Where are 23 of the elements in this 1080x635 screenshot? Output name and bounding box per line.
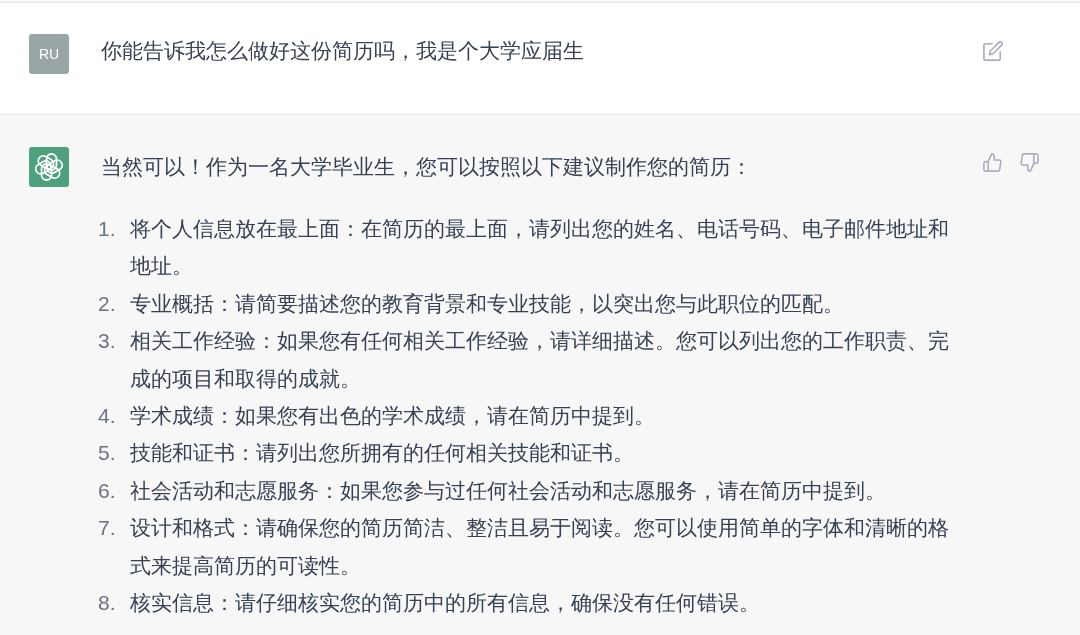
list-number: 6.	[98, 477, 117, 504]
thumbs-down-icon[interactable]	[1020, 153, 1039, 172]
assistant-intro-text: 当然可以！作为一名大学毕业生，您可以按照以下建议制作您的简历：	[101, 154, 753, 180]
logo-icon	[29, 147, 69, 187]
list-item-text: 社会活动和志愿服务：如果您参与过任何社会活动和志愿服务，请在简历中提到。	[130, 477, 887, 504]
list-item-text: 设计和格式：请确保您的简历简洁、整洁且易于阅读。您可以使用简单的字体和清晰的格式来提高简历的可读性。	[130, 515, 950, 579]
list-number: 5.	[98, 440, 117, 467]
list-item-text: 技能和证书：请列出您所拥有的任何相关技能和证书。	[130, 440, 635, 467]
user-avatar: RU	[29, 34, 69, 74]
list-number: 7.	[98, 515, 117, 542]
list-number: 8.	[98, 590, 117, 617]
edit-icon[interactable]	[983, 41, 1003, 61]
list-item-text: 学术成绩：如果您有出色的学术成绩，请在简历中提到。	[130, 403, 656, 430]
list-number: 4.	[98, 403, 117, 430]
list-number: 3.	[98, 328, 117, 355]
thumbs-up-icon[interactable]	[983, 153, 1002, 172]
list-number: 2.	[98, 290, 117, 317]
list-number: 1.	[98, 216, 117, 242]
list-item-text: 将个人信息放在最上面：在简历的最上面，请列出您的姓名、电话号码、电子邮件地址和地址。	[130, 216, 950, 280]
user-message-text: 你能告诉我怎么做好这份简历吗，我是个大学应届生	[101, 38, 585, 64]
list-item-text: 专业概括：请简要描述您的教育背景和专业技能，以突出您与此职位的匹配。	[130, 290, 845, 317]
list-item-text: 相关工作经验：如果您有任何相关工作经验，请详细描述。您可以列出您的工作职责、完成的项目和取得的成就。	[130, 328, 950, 392]
list-item-text: 核实信息：请仔细核实您的简历中的所有信息，确保没有任何错误。	[130, 590, 761, 617]
